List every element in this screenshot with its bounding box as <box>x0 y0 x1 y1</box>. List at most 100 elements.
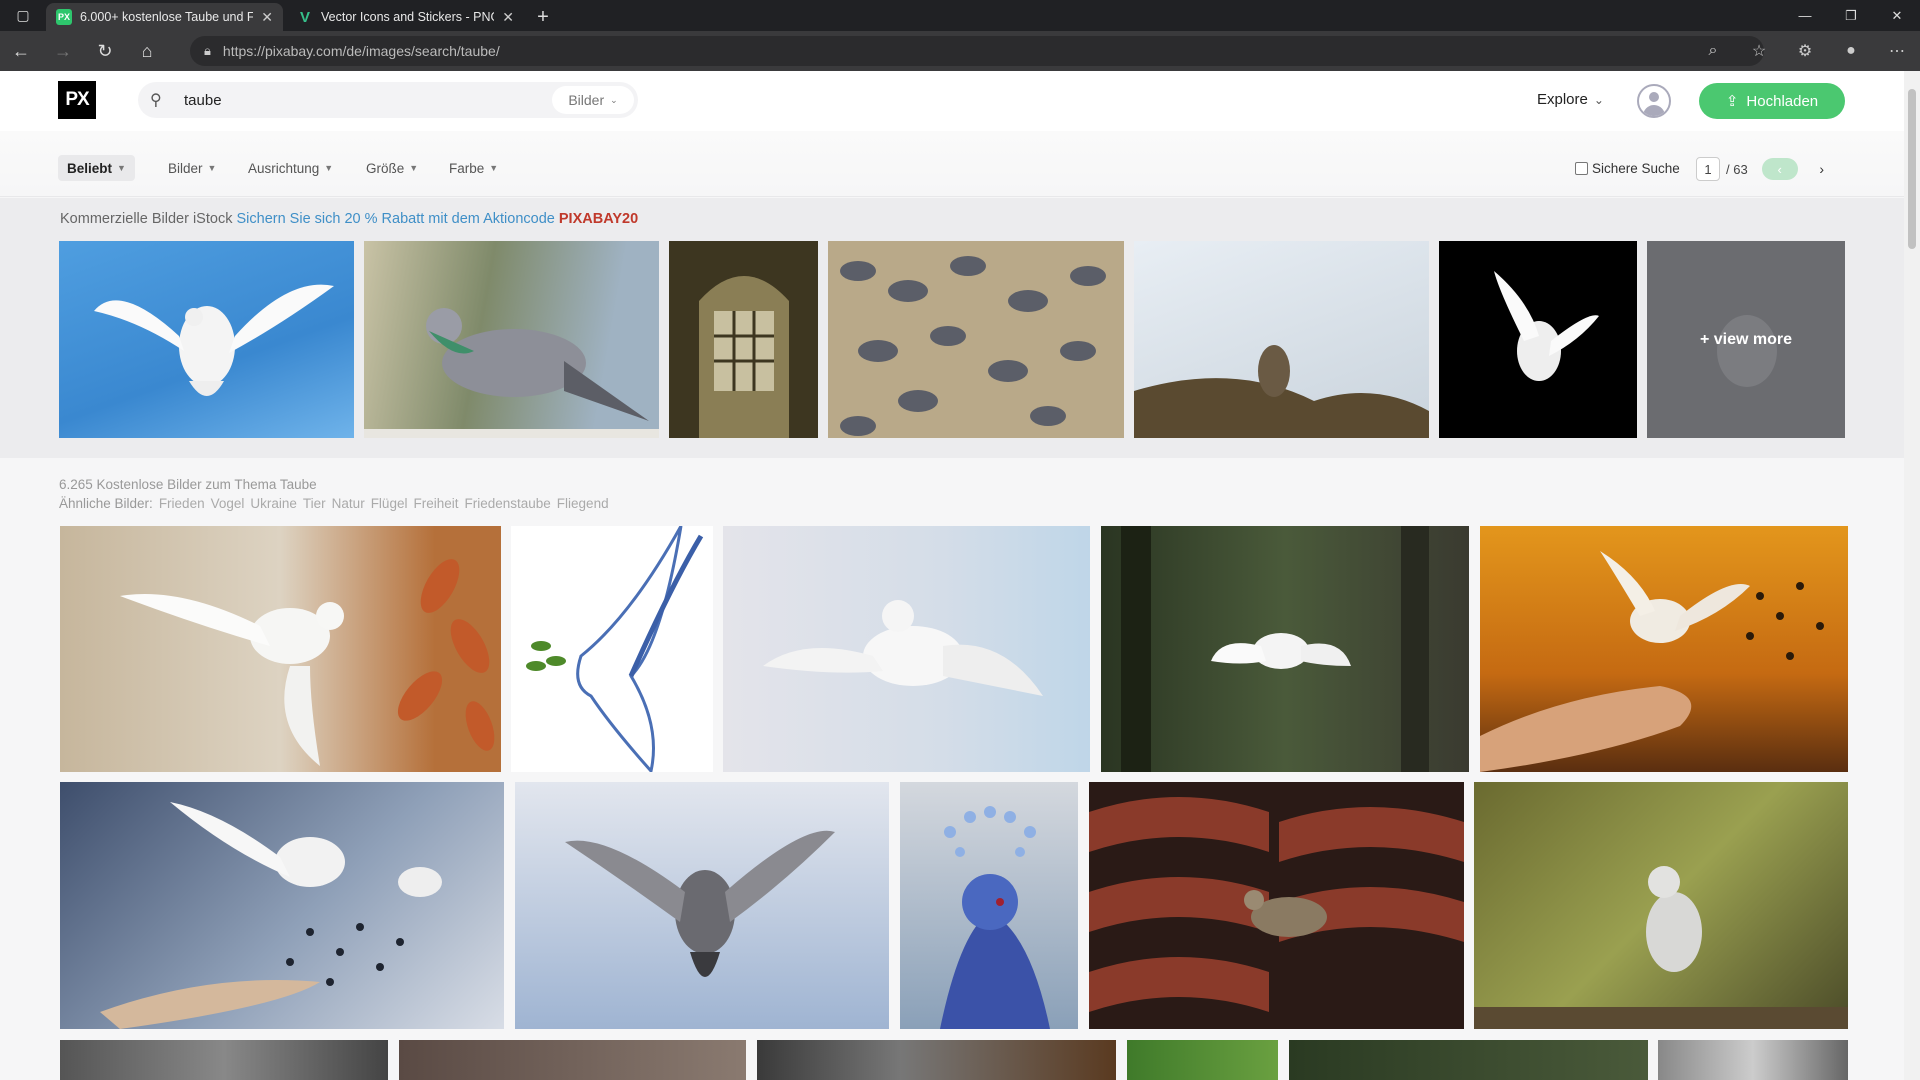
safe-search-checkbox[interactable] <box>1575 162 1588 175</box>
istock-image-flock[interactable] <box>828 241 1124 438</box>
site-header: PX ⚲ taube Bilder ⌄ Explore ⌄ ⇪ Hochlade… <box>0 71 1904 131</box>
filter-sort[interactable]: Beliebt ▼ <box>58 155 135 181</box>
address-bar[interactable]: 🔒︎ https://pixabay.com/de/images/search/… <box>190 36 1764 66</box>
pixabay-logo[interactable]: PX <box>58 81 96 119</box>
filter-label: Farbe <box>449 160 485 176</box>
similar-label: Ähnliche Bilder: <box>59 496 153 511</box>
close-tab-icon[interactable]: ✕ <box>502 9 514 26</box>
tab-actions-icon[interactable]: ▢ <box>0 0 46 31</box>
filter-label: Beliebt <box>67 160 113 176</box>
prev-page-button[interactable]: ‹ <box>1761 158 1798 180</box>
zoom-icon[interactable]: ⌕ <box>1690 42 1736 60</box>
safe-search-toggle[interactable]: Sichere Suche <box>1575 161 1680 176</box>
caret-down-icon: ▼ <box>117 163 126 173</box>
more-icon[interactable]: ⋯ <box>1874 41 1920 61</box>
gallery-image-dove-illustration[interactable] <box>511 526 713 772</box>
page-scrollbar[interactable] <box>1904 71 1920 1080</box>
tag-link[interactable]: Ukraine <box>250 496 297 511</box>
next-page-button[interactable]: › <box>1804 158 1840 180</box>
caret-down-icon: ▼ <box>489 163 499 173</box>
avatar[interactable] <box>1637 84 1671 118</box>
tag-link[interactable]: Friedenstaube <box>464 496 550 511</box>
close-window-icon[interactable]: ✕ <box>1874 0 1920 31</box>
pagination: 1 / 63 ‹ › <box>1696 157 1840 181</box>
gallery-image-dove-branch[interactable] <box>1474 782 1848 1029</box>
caret-down-icon: ▼ <box>207 163 217 173</box>
gallery-image-feathers[interactable] <box>757 1040 1116 1080</box>
extensions-icon[interactable]: ⚙ <box>1782 41 1828 61</box>
gallery-image-dove-forest[interactable] <box>1101 526 1469 772</box>
filter-label: Ausrichtung <box>248 160 320 176</box>
gallery-image-bw[interactable] <box>60 1040 388 1080</box>
page-input[interactable]: 1 <box>1696 157 1720 181</box>
favorites-icon[interactable]: ☆ <box>1736 41 1782 61</box>
filter-type[interactable]: Bilder ▼ <box>168 155 216 181</box>
filter-label: Bilder <box>168 160 203 176</box>
pixabay-favicon-icon: PX <box>56 9 72 25</box>
gallery-image-crowned-pigeon[interactable] <box>900 782 1078 1029</box>
filter-color[interactable]: Farbe ▼ <box>449 155 498 181</box>
istock-image-white-dove[interactable] <box>59 241 354 438</box>
vector-favicon-icon: V <box>299 8 310 26</box>
restore-icon[interactable]: ❐ <box>1828 0 1874 31</box>
close-tab-icon[interactable]: ✕ <box>261 9 273 26</box>
upload-label: Hochladen <box>1746 92 1819 110</box>
url-text: https://pixabay.com/de/images/search/tau… <box>222 43 500 59</box>
filter-orientation[interactable]: Ausrichtung ▼ <box>248 155 333 181</box>
istock-promo-link[interactable]: Sichern Sie sich 20 % Rabatt mit dem Akt… <box>236 211 554 227</box>
explore-menu[interactable]: Explore ⌄ <box>1537 91 1604 108</box>
caret-down-icon: ▼ <box>324 163 334 173</box>
gallery-image-brown[interactable] <box>399 1040 746 1080</box>
upload-button[interactable]: ⇪ Hochladen <box>1699 83 1845 119</box>
browser-toolbar-right: ⌕ ☆ ⚙ ● ⋯ <box>1690 31 1920 71</box>
gallery-image-forest[interactable] <box>1289 1040 1648 1080</box>
tag-link[interactable]: Vogel <box>211 496 245 511</box>
istock-image-pigeon[interactable] <box>364 241 659 438</box>
filter-size[interactable]: Größe ▼ <box>366 155 418 181</box>
new-tab-button[interactable]: + <box>528 3 558 31</box>
explore-label: Explore <box>1537 91 1588 108</box>
back-icon[interactable]: ← <box>0 31 42 71</box>
istock-image-dove-black[interactable] <box>1439 241 1637 438</box>
browser-tab-vector[interactable]: V Vector Icons and Stickers - PNG, ✕ <box>287 3 524 31</box>
tag-link[interactable]: Fliegend <box>557 496 609 511</box>
gallery-image-dove-flying[interactable] <box>723 526 1090 772</box>
tag-link[interactable]: Flügel <box>371 496 408 511</box>
gallery-image-green[interactable] <box>1127 1040 1278 1080</box>
tab-title: 6.000+ kostenlose Taube und Fr <box>80 10 254 24</box>
search-input[interactable]: taube <box>184 92 552 109</box>
tag-link[interactable]: Tier <box>303 496 326 511</box>
tag-link[interactable]: Freiheit <box>413 496 458 511</box>
gallery-image-dove-roof[interactable] <box>1089 782 1464 1029</box>
view-more-label: + view more <box>1699 330 1793 348</box>
page: PX ⚲ taube Bilder ⌄ Explore ⌄ ⇪ Hochlade… <box>0 71 1904 1080</box>
home-icon[interactable]: ⌂ <box>126 31 168 71</box>
minimize-icon[interactable]: — <box>1782 0 1828 31</box>
filter-bar: Beliebt ▼ Bilder ▼ Ausrichtung ▼ Größe ▼ Far… <box>0 131 1904 197</box>
istock-image-snow-bird[interactable] <box>1134 241 1429 438</box>
scrollbar-thumb[interactable] <box>1908 89 1916 249</box>
profile-icon[interactable]: ● <box>1828 42 1874 60</box>
forward-icon[interactable]: → <box>42 31 84 71</box>
upload-icon: ⇪ <box>1725 93 1739 110</box>
lock-icon: 🔒︎ <box>204 43 211 58</box>
page-total: / 63 <box>1726 161 1748 177</box>
istock-image-window[interactable] <box>669 241 818 438</box>
gallery-image-pigeon-wings[interactable] <box>515 782 889 1029</box>
search-type-dropdown[interactable]: Bilder ⌄ <box>552 86 634 114</box>
search-bar[interactable]: ⚲ taube Bilder ⌄ <box>138 82 638 118</box>
tag-link[interactable]: Frieden <box>159 496 205 511</box>
gallery-image-doves-sky[interactable] <box>60 782 504 1029</box>
tab-title: Vector Icons and Stickers - PNG, <box>321 10 495 24</box>
tag-link[interactable]: Natur <box>332 496 365 511</box>
results-count: 6.265 Kostenlose Bilder zum Thema Taube <box>59 477 317 492</box>
search-type-label: Bilder <box>568 92 605 108</box>
refresh-icon[interactable]: ↻ <box>84 31 126 71</box>
istock-view-more[interactable]: + view more <box>1647 241 1845 438</box>
gallery-image-grey[interactable] <box>1658 1040 1848 1080</box>
gallery-image-dove-leaves[interactable] <box>60 526 501 772</box>
filter-label: Größe <box>366 160 405 176</box>
browser-tab-pixabay[interactable]: PX 6.000+ kostenlose Taube und Fr ✕ <box>46 3 283 31</box>
gallery-image-dove-hand[interactable] <box>1480 526 1848 772</box>
browser-nav-bar: ← → ↻ ⌂ 🔒︎ https://pixabay.com/de/images… <box>0 31 1920 71</box>
